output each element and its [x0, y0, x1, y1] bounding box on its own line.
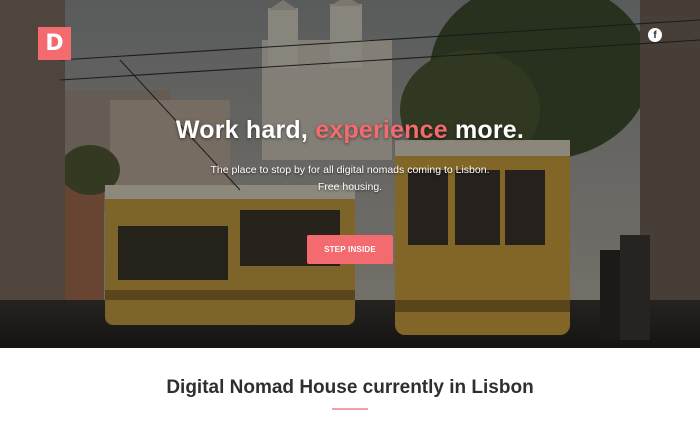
hero-headline: Work hard, experience more. [0, 116, 700, 145]
brand-logo[interactable]: D [38, 27, 71, 60]
section-title: Digital Nomad House currently in Lisbon [166, 377, 534, 398]
hero-banner: D f Work hard, experience more. The plac… [0, 0, 700, 348]
hero-subtitle-line1: The place to stop by for all digital nom… [210, 164, 490, 176]
section-divider [332, 408, 368, 410]
logo-letter: D [45, 31, 64, 56]
headline-part2: more. [447, 116, 525, 144]
hero-subtitle-line2: Free housing. [317, 181, 383, 193]
step-inside-button[interactable]: STEP INSIDE [307, 235, 393, 264]
facebook-glyph: f [653, 29, 657, 41]
headline-part1: Work hard, [175, 116, 316, 144]
facebook-icon[interactable]: f [648, 28, 662, 42]
headline-accent: experience [315, 116, 448, 144]
